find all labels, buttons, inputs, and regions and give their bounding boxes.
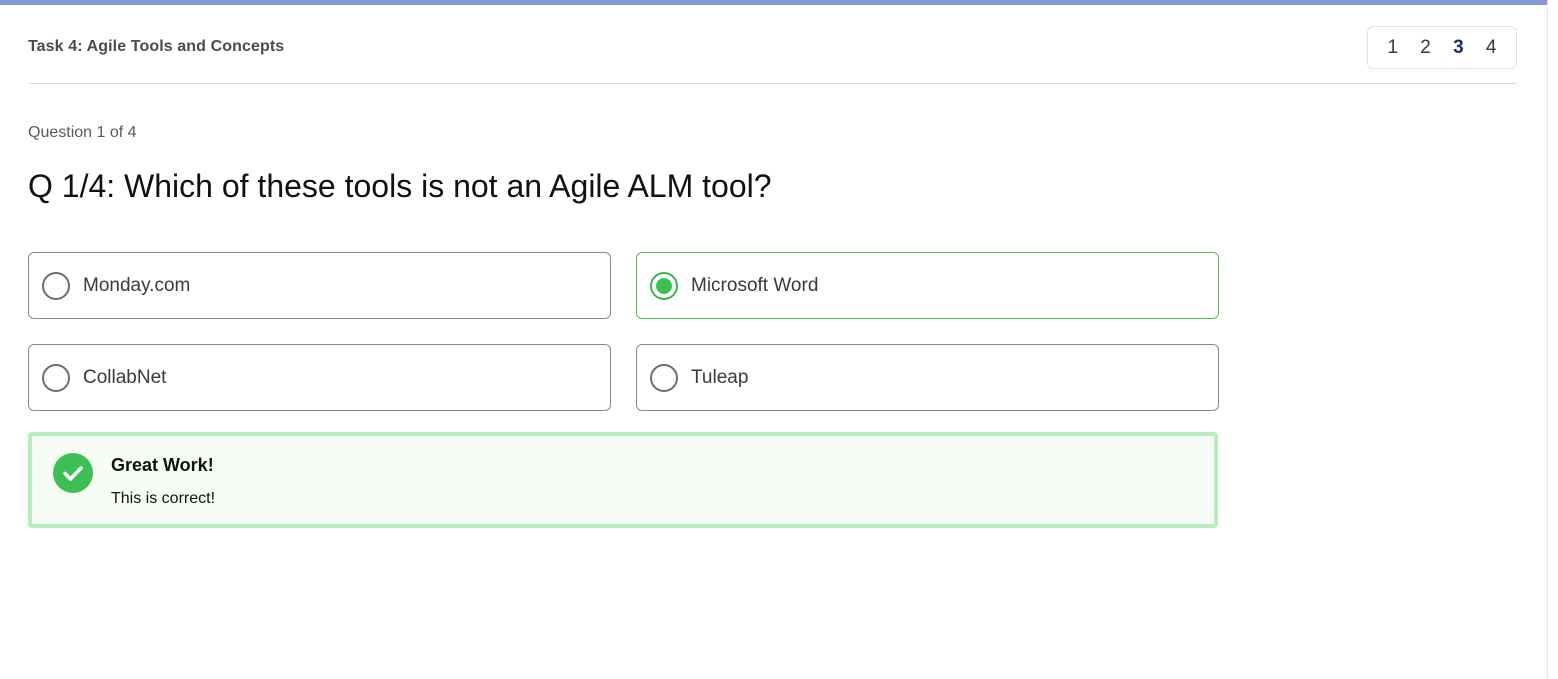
page-2-button[interactable]: 2: [1414, 37, 1438, 59]
task-header: Task 4: Agile Tools and Concepts 1 2 3 4: [28, 26, 1517, 84]
page-1-button[interactable]: 1: [1381, 37, 1405, 59]
option-label: CollabNet: [83, 366, 167, 388]
task-title: Task 4: Agile Tools and Concepts: [28, 38, 285, 55]
option-label: Monday.com: [83, 274, 191, 296]
feedback-message: This is correct!: [111, 490, 216, 507]
answer-option-microsoft-word[interactable]: Microsoft Word: [636, 252, 1219, 319]
radio-button[interactable]: [42, 363, 70, 392]
option-label: Tuleap: [691, 366, 749, 388]
radio-button[interactable]: [650, 363, 678, 392]
question-counter: Question 1 of 4: [28, 124, 137, 141]
feedback-title: Great Work!: [111, 455, 214, 475]
answer-option-tuleap[interactable]: Tuleap: [636, 344, 1219, 411]
question-pager: 1 2 3 4: [1367, 26, 1517, 69]
top-accent-bar: [0, 0, 1547, 5]
right-divider: [1547, 0, 1548, 679]
answer-option-collabnet[interactable]: CollabNet: [28, 344, 611, 411]
radio-button-selected[interactable]: [650, 271, 678, 300]
option-label: Microsoft Word: [691, 274, 819, 296]
radio-selected-dot: [656, 277, 672, 294]
question-title: Q 1/4: Which of these tools is not an Ag…: [28, 168, 772, 204]
check-circle-icon: [53, 453, 93, 493]
radio-button[interactable]: [42, 271, 70, 300]
page-3-button[interactable]: 3: [1446, 37, 1470, 59]
page-4-button[interactable]: 4: [1479, 37, 1503, 59]
feedback-banner: Great Work! This is correct!: [28, 432, 1218, 528]
answer-option-monday[interactable]: Monday.com: [28, 252, 611, 319]
